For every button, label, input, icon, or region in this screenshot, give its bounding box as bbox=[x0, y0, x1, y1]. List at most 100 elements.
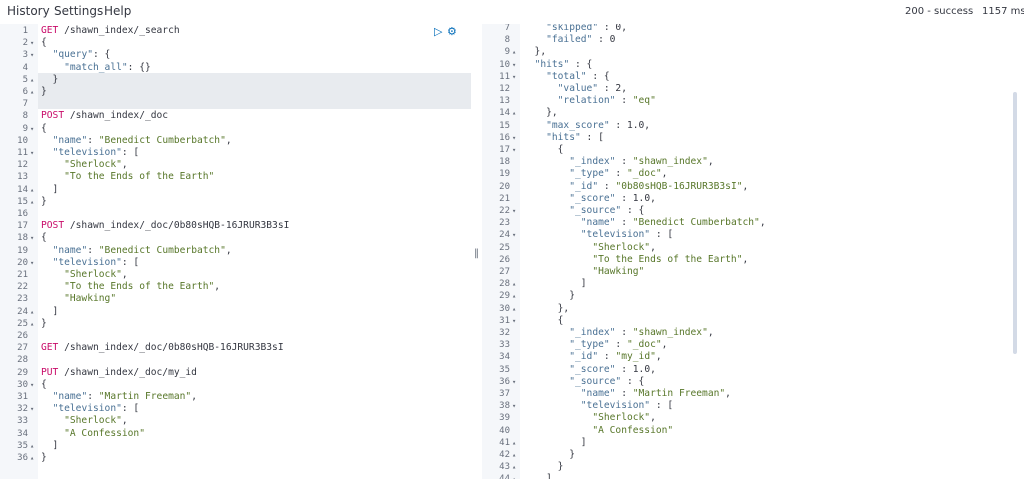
code-line[interactable]: 22 ▾ "_source" : { bbox=[482, 205, 1024, 217]
code-line[interactable]: 10 "name": "Benedict Cumberbatch", bbox=[0, 135, 471, 147]
code-line[interactable]: 9 ▴ }, bbox=[482, 46, 1024, 58]
fold-open-icon[interactable]: ▾ bbox=[512, 229, 520, 241]
code-line[interactable]: 31 "name": "Martin Freeman", bbox=[0, 391, 471, 403]
fold-open-icon[interactable]: ▾ bbox=[30, 379, 38, 391]
code-line[interactable]: 27 "Hawking" bbox=[482, 266, 1024, 278]
code-line[interactable]: 17 POST /shawn_index/_doc/0b80sHQB-16JRUR… bbox=[0, 220, 471, 232]
code-line[interactable]: 15 ▴} bbox=[0, 196, 471, 208]
menu-history[interactable]: History bbox=[7, 4, 50, 18]
request-editor[interactable]: 1 GET /shawn_index/_search 2 ▾{3 ▾ "query": … bbox=[0, 24, 471, 479]
fold-close-icon[interactable]: ▴ bbox=[512, 290, 520, 302]
code-line[interactable]: 12 "Sherlock", bbox=[0, 159, 471, 171]
code-line[interactable]: 5 ▴ } bbox=[0, 74, 471, 86]
code-line[interactable]: 34 "_id" : "my_id", bbox=[482, 351, 1024, 363]
code-line[interactable]: 24 ▴ ] bbox=[0, 306, 471, 318]
code-line[interactable]: 14 ▴ }, bbox=[482, 107, 1024, 119]
fold-open-icon[interactable]: ▾ bbox=[512, 400, 520, 412]
fold-close-icon[interactable]: ▴ bbox=[30, 196, 38, 208]
code-line[interactable]: 21 "_score" : 1.0, bbox=[482, 193, 1024, 205]
fold-close-icon[interactable]: ▴ bbox=[512, 303, 520, 315]
code-line[interactable]: 13 "relation" : "eq" bbox=[482, 95, 1024, 107]
fold-open-icon[interactable]: ▾ bbox=[30, 232, 38, 244]
code-line[interactable]: 43 ▴ } bbox=[482, 461, 1024, 473]
code-line[interactable]: 22 "To the Ends of the Earth", bbox=[0, 281, 471, 293]
fold-open-icon[interactable]: ▾ bbox=[512, 376, 520, 388]
fold-open-icon[interactable]: ▾ bbox=[30, 257, 38, 269]
code-line[interactable]: 16 bbox=[0, 208, 471, 220]
code-line[interactable]: 11 ▾ "television": [ bbox=[0, 147, 471, 159]
code-line[interactable]: 40 "A Confession" bbox=[482, 425, 1024, 437]
code-line[interactable]: 13 "To the Ends of the Earth" bbox=[0, 171, 471, 183]
fold-close-icon[interactable]: ▴ bbox=[512, 437, 520, 449]
fold-close-icon[interactable]: ▴ bbox=[512, 461, 520, 473]
code-line[interactable]: 29 PUT /shawn_index/_doc/my_id bbox=[0, 367, 471, 379]
code-line[interactable]: 7 "skipped" : 0, bbox=[482, 24, 1024, 34]
code-line[interactable]: 26 bbox=[0, 330, 471, 342]
code-line[interactable]: 32 ▾ "television": [ bbox=[0, 403, 471, 415]
code-line[interactable]: 14 ▴ ] bbox=[0, 184, 471, 196]
fold-close-icon[interactable]: ▴ bbox=[30, 318, 38, 330]
code-line[interactable]: 10 ▾ "hits" : { bbox=[482, 59, 1024, 71]
code-line[interactable]: 33 "_type" : "_doc", bbox=[482, 339, 1024, 351]
code-line[interactable]: 36 ▾ "_source" : { bbox=[482, 376, 1024, 388]
fold-open-icon[interactable]: ▾ bbox=[30, 123, 38, 135]
code-line[interactable]: 19 "name": "Benedict Cumberbatch", bbox=[0, 245, 471, 257]
menu-settings[interactable]: Settings bbox=[54, 4, 103, 18]
code-line[interactable]: 36 ▴} bbox=[0, 452, 471, 464]
code-line[interactable]: 27 GET /shawn_index/_doc/0b80sHQB-16JRUR3… bbox=[0, 342, 471, 354]
fold-open-icon[interactable]: ▾ bbox=[30, 147, 38, 159]
code-line[interactable]: 26 "To the Ends of the Earth", bbox=[482, 254, 1024, 266]
code-line[interactable]: 23 "name" : "Benedict Cumberbatch", bbox=[482, 217, 1024, 229]
code-line[interactable]: 3 ▾ "query": { bbox=[0, 49, 471, 61]
code-line[interactable]: 9 ▾{ bbox=[0, 123, 471, 135]
fold-open-icon[interactable]: ▾ bbox=[512, 132, 520, 144]
code-line[interactable]: 8 POST /shawn_index/_doc bbox=[0, 110, 471, 122]
code-line[interactable]: 6 ▴} bbox=[0, 86, 471, 98]
code-line[interactable]: 15 "max_score" : 1.0, bbox=[482, 120, 1024, 132]
code-line[interactable]: 12 "value" : 2, bbox=[482, 83, 1024, 95]
fold-close-icon[interactable]: ▴ bbox=[30, 440, 38, 452]
fold-open-icon[interactable]: ▾ bbox=[512, 144, 520, 156]
code-line[interactable]: 44▴ ] bbox=[482, 473, 1024, 479]
code-line[interactable]: 35 "_score" : 1.0, bbox=[482, 364, 1024, 376]
code-line[interactable]: 8 "failed" : 0 bbox=[482, 34, 1024, 46]
code-line[interactable]: 19 "_type" : "_doc", bbox=[482, 168, 1024, 180]
code-line[interactable]: 18 "_index" : "shawn_index", bbox=[482, 156, 1024, 168]
play-icon[interactable]: ▷ bbox=[434, 25, 442, 38]
fold-close-icon[interactable]: ▴ bbox=[30, 86, 38, 98]
code-line[interactable]: 7 bbox=[0, 98, 471, 110]
code-line[interactable]: 1 GET /shawn_index/_search bbox=[0, 25, 471, 37]
code-line[interactable]: 37 "name" : "Martin Freeman", bbox=[482, 388, 1024, 400]
code-line[interactable]: 39 "Sherlock", bbox=[482, 412, 1024, 424]
fold-close-icon[interactable]: ▴ bbox=[512, 46, 520, 58]
code-line[interactable]: 4 "match_all": {} bbox=[0, 62, 471, 74]
code-line[interactable]: 2 ▾{ bbox=[0, 37, 471, 49]
wrench-icon[interactable]: ⚙ bbox=[447, 25, 457, 38]
fold-open-icon[interactable]: ▾ bbox=[30, 37, 38, 49]
code-line[interactable]: 17 ▾ { bbox=[482, 144, 1024, 156]
code-line[interactable]: 30 ▾{ bbox=[0, 379, 471, 391]
code-line[interactable]: 34 "A Confession" bbox=[0, 428, 471, 440]
fold-close-icon[interactable]: ▴ bbox=[30, 184, 38, 196]
code-line[interactable]: 23 "Hawking" bbox=[0, 293, 471, 305]
fold-close-icon[interactable]: ▴ bbox=[30, 74, 38, 86]
code-line[interactable]: 31 ▾ { bbox=[482, 315, 1024, 327]
response-scrollbar[interactable] bbox=[1013, 92, 1017, 354]
fold-open-icon[interactable]: ▾ bbox=[512, 315, 520, 327]
code-line[interactable]: 25 ▴} bbox=[0, 318, 471, 330]
code-line[interactable]: 35 ▴ ] bbox=[0, 440, 471, 452]
code-line[interactable]: 28 bbox=[0, 354, 471, 366]
fold-open-icon[interactable]: ▾ bbox=[30, 403, 38, 415]
code-line[interactable]: 30 ▴ }, bbox=[482, 303, 1024, 315]
fold-close-icon[interactable]: ▴ bbox=[30, 452, 38, 464]
code-line[interactable]: 41 ▴ ] bbox=[482, 437, 1024, 449]
code-line[interactable]: 29 ▴ } bbox=[482, 290, 1024, 302]
fold-close-icon[interactable]: ▴ bbox=[512, 473, 520, 479]
fold-open-icon[interactable]: ▾ bbox=[512, 71, 520, 83]
fold-open-icon[interactable]: ▾ bbox=[512, 205, 520, 217]
code-line[interactable]: 32 "_index" : "shawn_index", bbox=[482, 327, 1024, 339]
code-line[interactable]: 28 ▴ ] bbox=[482, 278, 1024, 290]
fold-close-icon[interactable]: ▴ bbox=[30, 306, 38, 318]
code-line[interactable]: 38 ▾ "television" : [ bbox=[482, 400, 1024, 412]
code-line[interactable]: 20 "_id" : "0b80sHQB-16JRUR3B3sI", bbox=[482, 181, 1024, 193]
